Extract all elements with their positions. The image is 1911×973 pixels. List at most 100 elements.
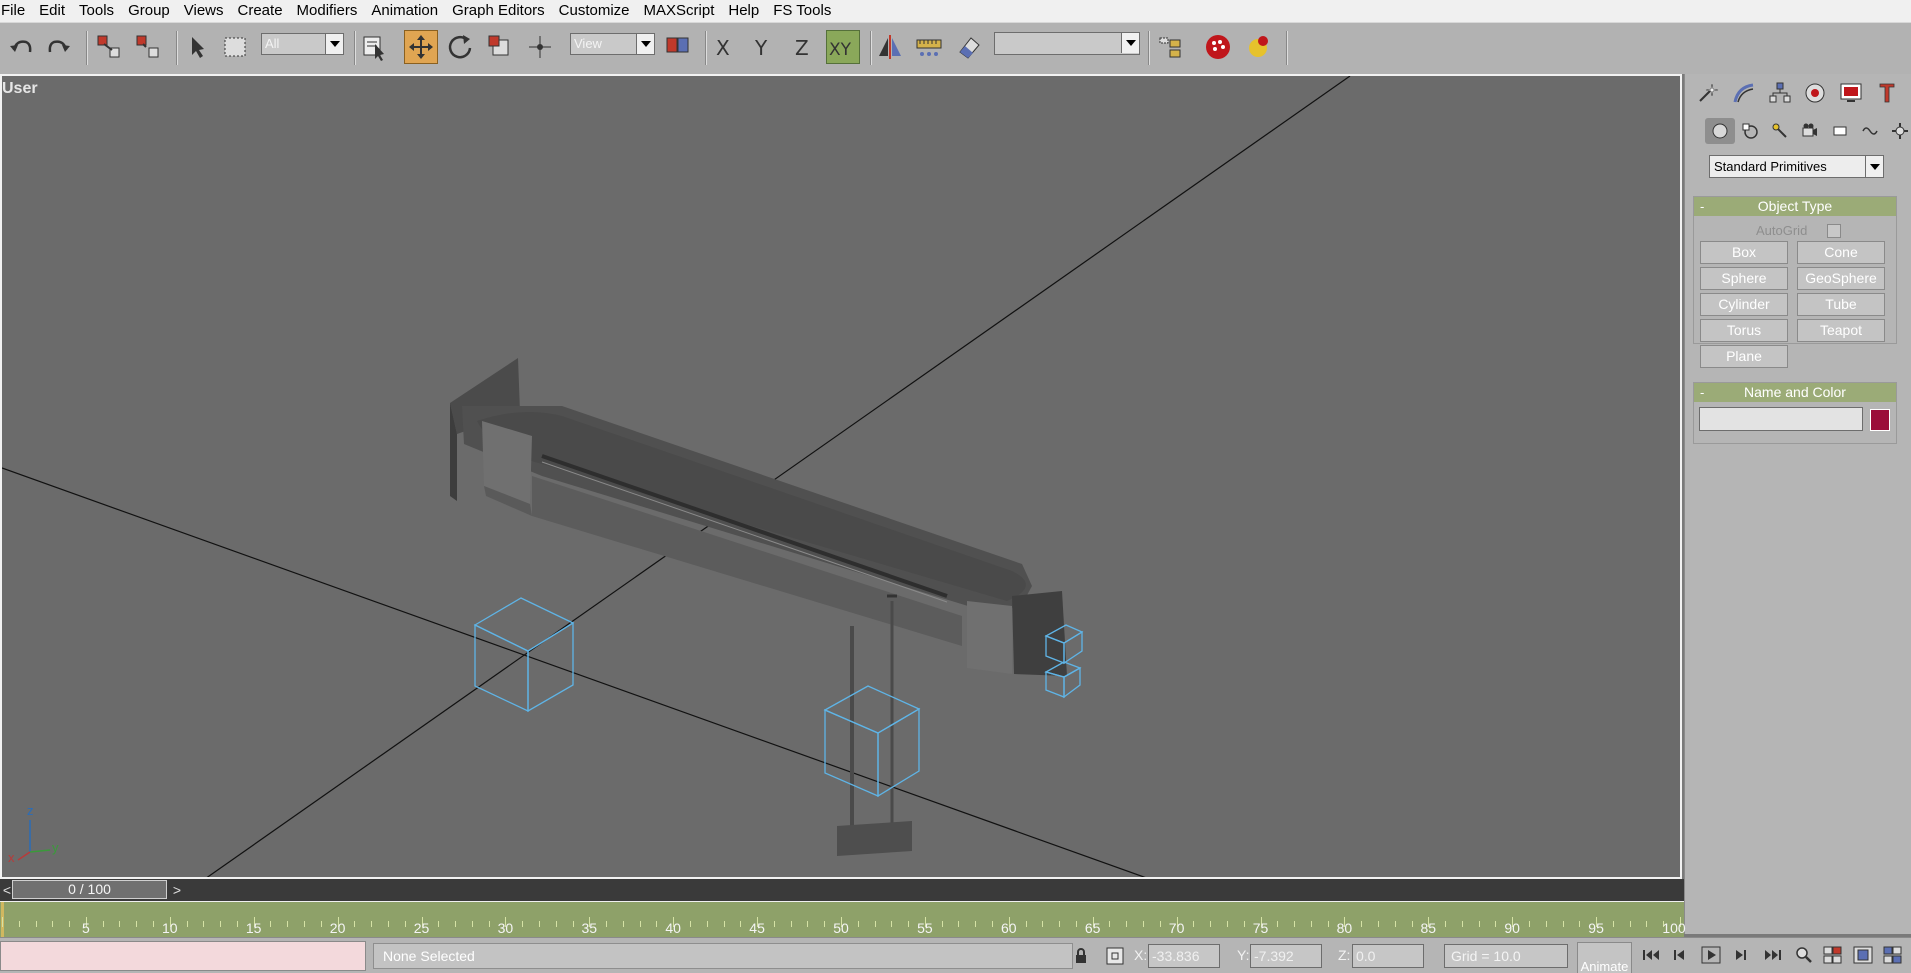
frame-label: 80 [1336,920,1353,936]
undo-icon[interactable] [4,30,38,64]
go-to-start-icon[interactable] [1638,943,1664,967]
frame-tick [1646,921,1648,927]
y-coordinate-field[interactable]: -7.392 [1250,944,1322,968]
absolute-mode-icon[interactable] [1104,945,1126,967]
axis-z-icon[interactable]: Z [787,30,821,64]
zoom-extents-all-icon[interactable] [1880,943,1906,967]
plane-button[interactable]: Plane [1700,345,1788,368]
object-color-swatch[interactable] [1870,409,1890,431]
scale-icon[interactable] [483,30,517,64]
menu-file[interactable]: File [0,0,32,22]
pivot-icon[interactable] [523,30,557,64]
menu-tools[interactable]: Tools [72,0,121,22]
menu-maxscript[interactable]: MAXScript [637,0,722,22]
lock-icon[interactable] [1070,945,1092,967]
select-by-name-icon[interactable] [357,30,391,64]
redo-icon[interactable] [42,30,76,64]
viewport-scene [2,76,1351,877]
menu-group[interactable]: Group [121,0,177,22]
axis-x-icon[interactable]: X [708,30,742,64]
move-icon[interactable] [404,30,438,64]
shapes-icon[interactable] [1735,118,1765,144]
menu-customize[interactable]: Customize [552,0,637,22]
lights-icon[interactable] [1765,118,1795,144]
time-slider-thumb[interactable]: 0 / 100 [12,880,167,899]
category-dropdown[interactable]: Standard Primitives [1709,155,1884,178]
menu-graph-editors[interactable]: Graph Editors [445,0,552,22]
name-and-color-header[interactable]: - Name and Color [1694,383,1896,402]
systems-icon[interactable] [1885,118,1911,144]
frame-label: 60 [1001,920,1017,936]
hierarchy-tab-icon[interactable] [1762,78,1798,108]
box-button[interactable]: Box [1700,241,1788,264]
perspective-viewport[interactable]: User z y x [0,74,1682,879]
teapot-icon[interactable] [1241,30,1275,64]
frame-tick [35,921,37,927]
modify-tab-icon[interactable] [1726,78,1762,108]
zoom-icon[interactable] [1791,943,1817,967]
autogrid-checkbox[interactable] [1827,224,1841,238]
object-type-header[interactable]: - Object Type [1694,197,1896,216]
z-coordinate-field[interactable]: 0.0 [1352,944,1424,968]
go-to-end-icon[interactable] [1760,943,1786,967]
time-slider[interactable]: < 0 / 100 > [0,879,1684,901]
cameras-icon[interactable] [1795,118,1825,144]
motion-tab-icon[interactable] [1797,78,1833,108]
mirror-icon[interactable] [873,30,907,64]
named-selection-dropdown[interactable] [994,32,1140,55]
play-icon[interactable] [1698,943,1724,967]
ref-coord-dropdown[interactable]: View [570,33,655,55]
cone-button[interactable]: Cone [1797,241,1885,264]
x-coordinate-field[interactable]: -33.836 [1148,944,1220,968]
align-icon[interactable] [912,30,946,64]
menu-views[interactable]: Views [177,0,231,22]
menu-fs-tools[interactable]: FS Tools [766,0,838,22]
frame-tick [220,921,222,927]
select-icon[interactable] [180,30,214,64]
rect-region-icon[interactable] [218,30,252,64]
selection-filter-dropdown[interactable]: All [261,33,344,55]
menu-create[interactable]: Create [231,0,290,22]
menu-modifiers[interactable]: Modifiers [290,0,365,22]
track-bar[interactable]: 5 10 15 20 25 30 35 40 45 50 55 60 65 70 75 80 85 90 95 100 [0,901,1686,938]
frame-label: 75 [1252,920,1269,936]
eraser-icon[interactable] [952,30,986,64]
menu-help[interactable]: Help [721,0,766,22]
previous-frame-icon[interactable] [1666,943,1692,967]
sphere-button[interactable]: Sphere [1700,267,1788,290]
rotate-icon[interactable] [443,30,477,64]
layer-icon[interactable] [1153,30,1187,64]
pivot-center-icon[interactable] [661,30,695,64]
create-tab-icon[interactable] [1690,78,1726,108]
geosphere-button[interactable]: GeoSphere [1797,267,1885,290]
next-frame-icon[interactable] [1728,943,1754,967]
frame-tick [1411,921,1413,927]
torus-button[interactable]: Torus [1700,319,1788,342]
tube-button[interactable]: Tube [1797,293,1885,316]
teapot-button[interactable]: Teapot [1797,319,1885,342]
zoom-all-icon[interactable] [1820,943,1846,967]
display-tab-icon[interactable] [1833,78,1869,108]
frame-tick [186,921,188,927]
maxscript-listener[interactable] [0,941,366,971]
menu-edit[interactable]: Edit [32,0,72,22]
utilities-tab-icon[interactable] [1869,78,1905,108]
space-warps-icon[interactable] [1855,118,1885,144]
link-icon[interactable] [92,30,126,64]
frame-tick [891,921,893,927]
auto-key-button[interactable]: Animate [1577,942,1632,973]
frame-tick [488,921,490,927]
menu-animation[interactable]: Animation [364,0,445,22]
zoom-extents-icon[interactable] [1850,943,1876,967]
helpers-icon[interactable] [1825,118,1855,144]
render-icon[interactable] [1201,30,1235,64]
cylinder-button[interactable]: Cylinder [1700,293,1788,316]
geometry-icon[interactable] [1705,118,1735,144]
axis-xy-icon[interactable]: XY [826,30,860,64]
next-frame-button[interactable]: > [170,879,184,901]
axis-y-icon[interactable]: Y [747,30,781,64]
object-name-input[interactable] [1699,407,1863,431]
frame-tick [1377,921,1379,927]
y-label: Y: [1237,947,1250,963]
unlink-icon[interactable] [131,30,165,64]
